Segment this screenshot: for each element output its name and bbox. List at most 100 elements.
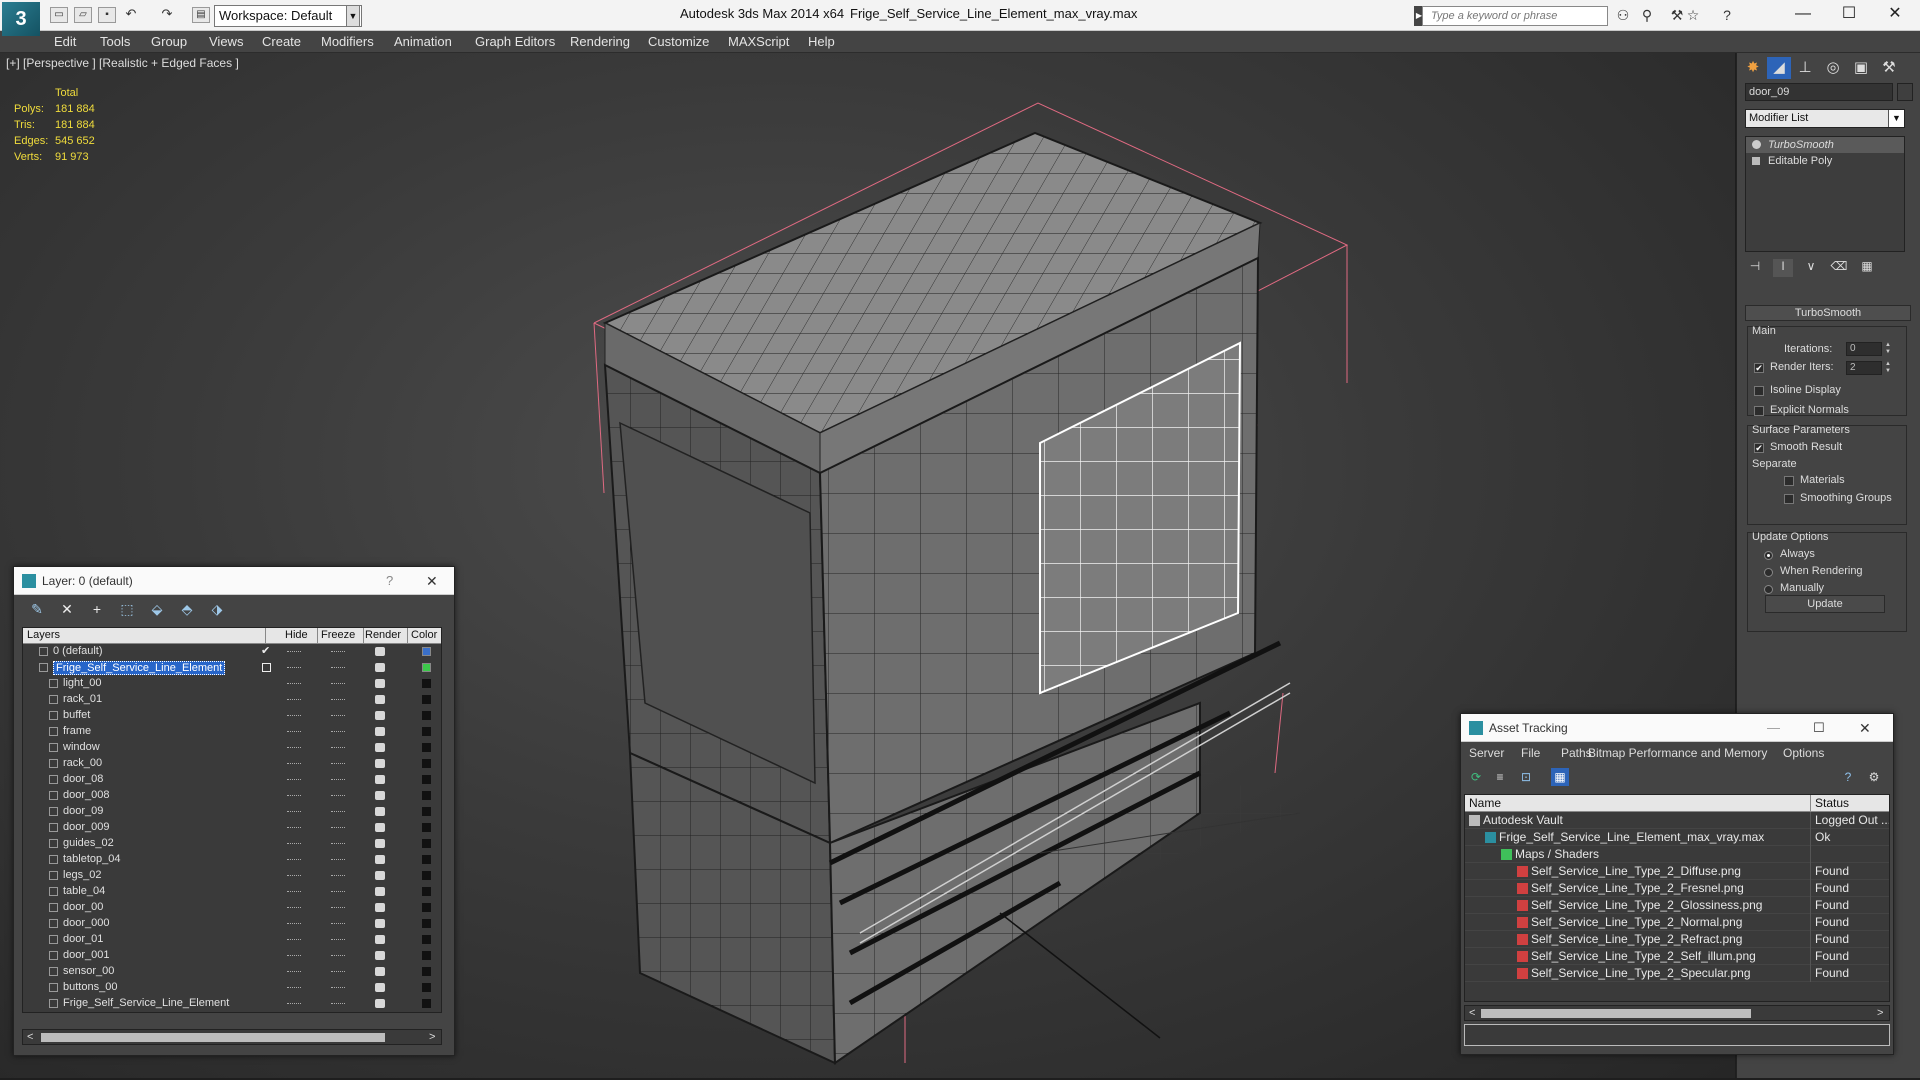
- hide-toggle[interactable]: [287, 971, 301, 972]
- menu-rendering[interactable]: Rendering: [570, 34, 630, 49]
- spinner-arrows-icon[interactable]: ▲ ▼: [1884, 342, 1892, 356]
- layer-name[interactable]: tabletop_04: [63, 853, 121, 865]
- hide-toggle[interactable]: [287, 715, 301, 716]
- bulb-icon[interactable]: [1752, 140, 1761, 149]
- highlight-selected-icon[interactable]: ⬙: [148, 600, 166, 618]
- hide-toggle[interactable]: [287, 907, 301, 908]
- asset-row[interactable]: Autodesk Vault Logged Out ...: [1465, 812, 1889, 829]
- menu-tools[interactable]: Tools: [100, 34, 130, 49]
- asset-name[interactable]: Self_Service_Line_Type_2_Diffuse.png: [1531, 864, 1741, 878]
- column-layers[interactable]: Layers: [27, 629, 60, 641]
- motion-tab-icon[interactable]: ◎: [1821, 57, 1845, 79]
- asset-name[interactable]: Self_Service_Line_Type_2_Self_illum.png: [1531, 949, 1756, 963]
- render-teapot-icon[interactable]: [375, 871, 385, 880]
- smooth-result-checkbox[interactable]: ✔: [1754, 443, 1764, 453]
- render-teapot-icon[interactable]: [375, 775, 385, 784]
- configure-sets-icon[interactable]: ▦: [1857, 259, 1877, 277]
- layer-name[interactable]: door_00: [63, 901, 103, 913]
- layer-row[interactable]: 0 (default) ✔: [23, 644, 441, 660]
- hide-toggle[interactable]: [287, 1003, 301, 1004]
- freeze-toggle[interactable]: [331, 987, 345, 988]
- freeze-toggle[interactable]: [331, 795, 345, 796]
- make-unique-icon[interactable]: ∨: [1801, 259, 1821, 277]
- hide-toggle[interactable]: [287, 795, 301, 796]
- layer-color-swatch[interactable]: [422, 919, 431, 928]
- layer-horizontal-scrollbar[interactable]: < >: [22, 1029, 442, 1045]
- menu-animation[interactable]: Animation: [394, 34, 452, 49]
- layer-color-swatch[interactable]: [422, 999, 431, 1008]
- asset-menu-file[interactable]: File: [1521, 746, 1540, 760]
- asset-row[interactable]: Maps / Shaders: [1465, 846, 1889, 863]
- asset-menu-bitmap-performance[interactable]: Bitmap Performance and Memory: [1588, 746, 1767, 760]
- layer-row[interactable]: table_04: [23, 884, 441, 900]
- layer-row[interactable]: buttons_00: [23, 980, 441, 996]
- scroll-thumb[interactable]: [1481, 1009, 1751, 1018]
- update-button[interactable]: Update: [1765, 595, 1885, 613]
- pin-stack-icon[interactable]: ⊣: [1745, 259, 1765, 277]
- layer-row[interactable]: door_01: [23, 932, 441, 948]
- layer-color-swatch[interactable]: [422, 775, 431, 784]
- column-status[interactable]: Status: [1815, 796, 1849, 810]
- layer-color-swatch[interactable]: [422, 935, 431, 944]
- chevron-down-icon[interactable]: ▼: [1888, 110, 1904, 127]
- display-tab-icon[interactable]: ▣: [1849, 57, 1873, 79]
- asset-row[interactable]: Self_Service_Line_Type_2_Fresnel.png Foun…: [1465, 880, 1889, 897]
- layer-name[interactable]: guides_02: [63, 837, 114, 849]
- remove-modifier-icon[interactable]: ⌫: [1829, 259, 1849, 277]
- render-teapot-icon[interactable]: [375, 823, 385, 832]
- layer-color-swatch[interactable]: [422, 647, 431, 656]
- stack-item-editable-poly[interactable]: Editable Poly: [1746, 153, 1904, 169]
- layer-row[interactable]: frame: [23, 724, 441, 740]
- utilities-tab-icon[interactable]: ⚒: [1877, 57, 1901, 79]
- workspace-selector[interactable]: Workspace: Default: [214, 5, 362, 27]
- hide-toggle[interactable]: [287, 955, 301, 956]
- freeze-toggle[interactable]: [331, 907, 345, 908]
- settings-icon[interactable]: ⚙: [1865, 768, 1883, 786]
- hide-toggle[interactable]: [287, 811, 301, 812]
- spinner-arrows-icon[interactable]: ▲ ▼: [1884, 361, 1892, 375]
- layer-color-swatch[interactable]: [422, 871, 431, 880]
- menu-customize[interactable]: Customize: [648, 34, 709, 49]
- hide-toggle[interactable]: [287, 651, 301, 652]
- workspace-dropdown-icon[interactable]: ▼: [346, 5, 360, 27]
- minimize-icon[interactable]: —: [1767, 714, 1780, 742]
- close-icon[interactable]: ✕: [1872, 0, 1918, 31]
- layer-name[interactable]: door_09: [63, 805, 103, 817]
- layer-color-swatch[interactable]: [422, 663, 431, 672]
- render-teapot-icon[interactable]: [375, 855, 385, 864]
- freeze-toggle[interactable]: [331, 731, 345, 732]
- isoline-display-checkbox[interactable]: [1754, 386, 1764, 396]
- render-teapot-icon[interactable]: [375, 711, 385, 720]
- freeze-toggle[interactable]: [331, 923, 345, 924]
- favorites-star-icon[interactable]: ☆: [1684, 6, 1702, 24]
- maximize-icon[interactable]: ☐: [1813, 714, 1825, 742]
- save-file-icon[interactable]: ▪: [98, 7, 116, 23]
- layer-row[interactable]: Frige_Self_Service_Line_Element: [23, 996, 441, 1012]
- freeze-toggle[interactable]: [331, 683, 345, 684]
- iterations-spinner[interactable]: 0: [1846, 342, 1882, 356]
- menu-edit[interactable]: Edit: [54, 34, 76, 49]
- modifier-list-dropdown[interactable]: Modifier List ▼: [1745, 109, 1905, 128]
- menu-modifiers[interactable]: Modifiers: [321, 34, 374, 49]
- render-teapot-icon[interactable]: [375, 727, 385, 736]
- layer-row[interactable]: door_09: [23, 804, 441, 820]
- hide-toggle[interactable]: [287, 731, 301, 732]
- asset-name[interactable]: Self_Service_Line_Type_2_Specular.png: [1531, 966, 1751, 980]
- search-input[interactable]: Type a keyword or phrase: [1422, 6, 1608, 26]
- hide-toggle[interactable]: [287, 747, 301, 748]
- freeze-toggle[interactable]: [331, 715, 345, 716]
- render-teapot-icon[interactable]: [375, 695, 385, 704]
- turbosmooth-rollout[interactable]: TurboSmooth: [1745, 305, 1911, 321]
- layer-color-swatch[interactable]: [422, 759, 431, 768]
- menu-help[interactable]: Help: [808, 34, 835, 49]
- asset-row[interactable]: Self_Service_Line_Type_2_Glossiness.png F…: [1465, 897, 1889, 914]
- asset-row[interactable]: Self_Service_Line_Type_2_Refract.png Foun…: [1465, 931, 1889, 948]
- show-end-result-icon[interactable]: I: [1773, 259, 1793, 277]
- menu-create[interactable]: Create: [262, 34, 301, 49]
- hide-toggle[interactable]: [287, 699, 301, 700]
- layer-name[interactable]: rack_01: [63, 693, 102, 705]
- help-button[interactable]: ?: [386, 567, 393, 595]
- table-view-icon[interactable]: ▦: [1551, 768, 1569, 786]
- asset-row[interactable]: Self_Service_Line_Type_2_Diffuse.png Foun…: [1465, 863, 1889, 880]
- layer-name[interactable]: sensor_00: [63, 965, 114, 977]
